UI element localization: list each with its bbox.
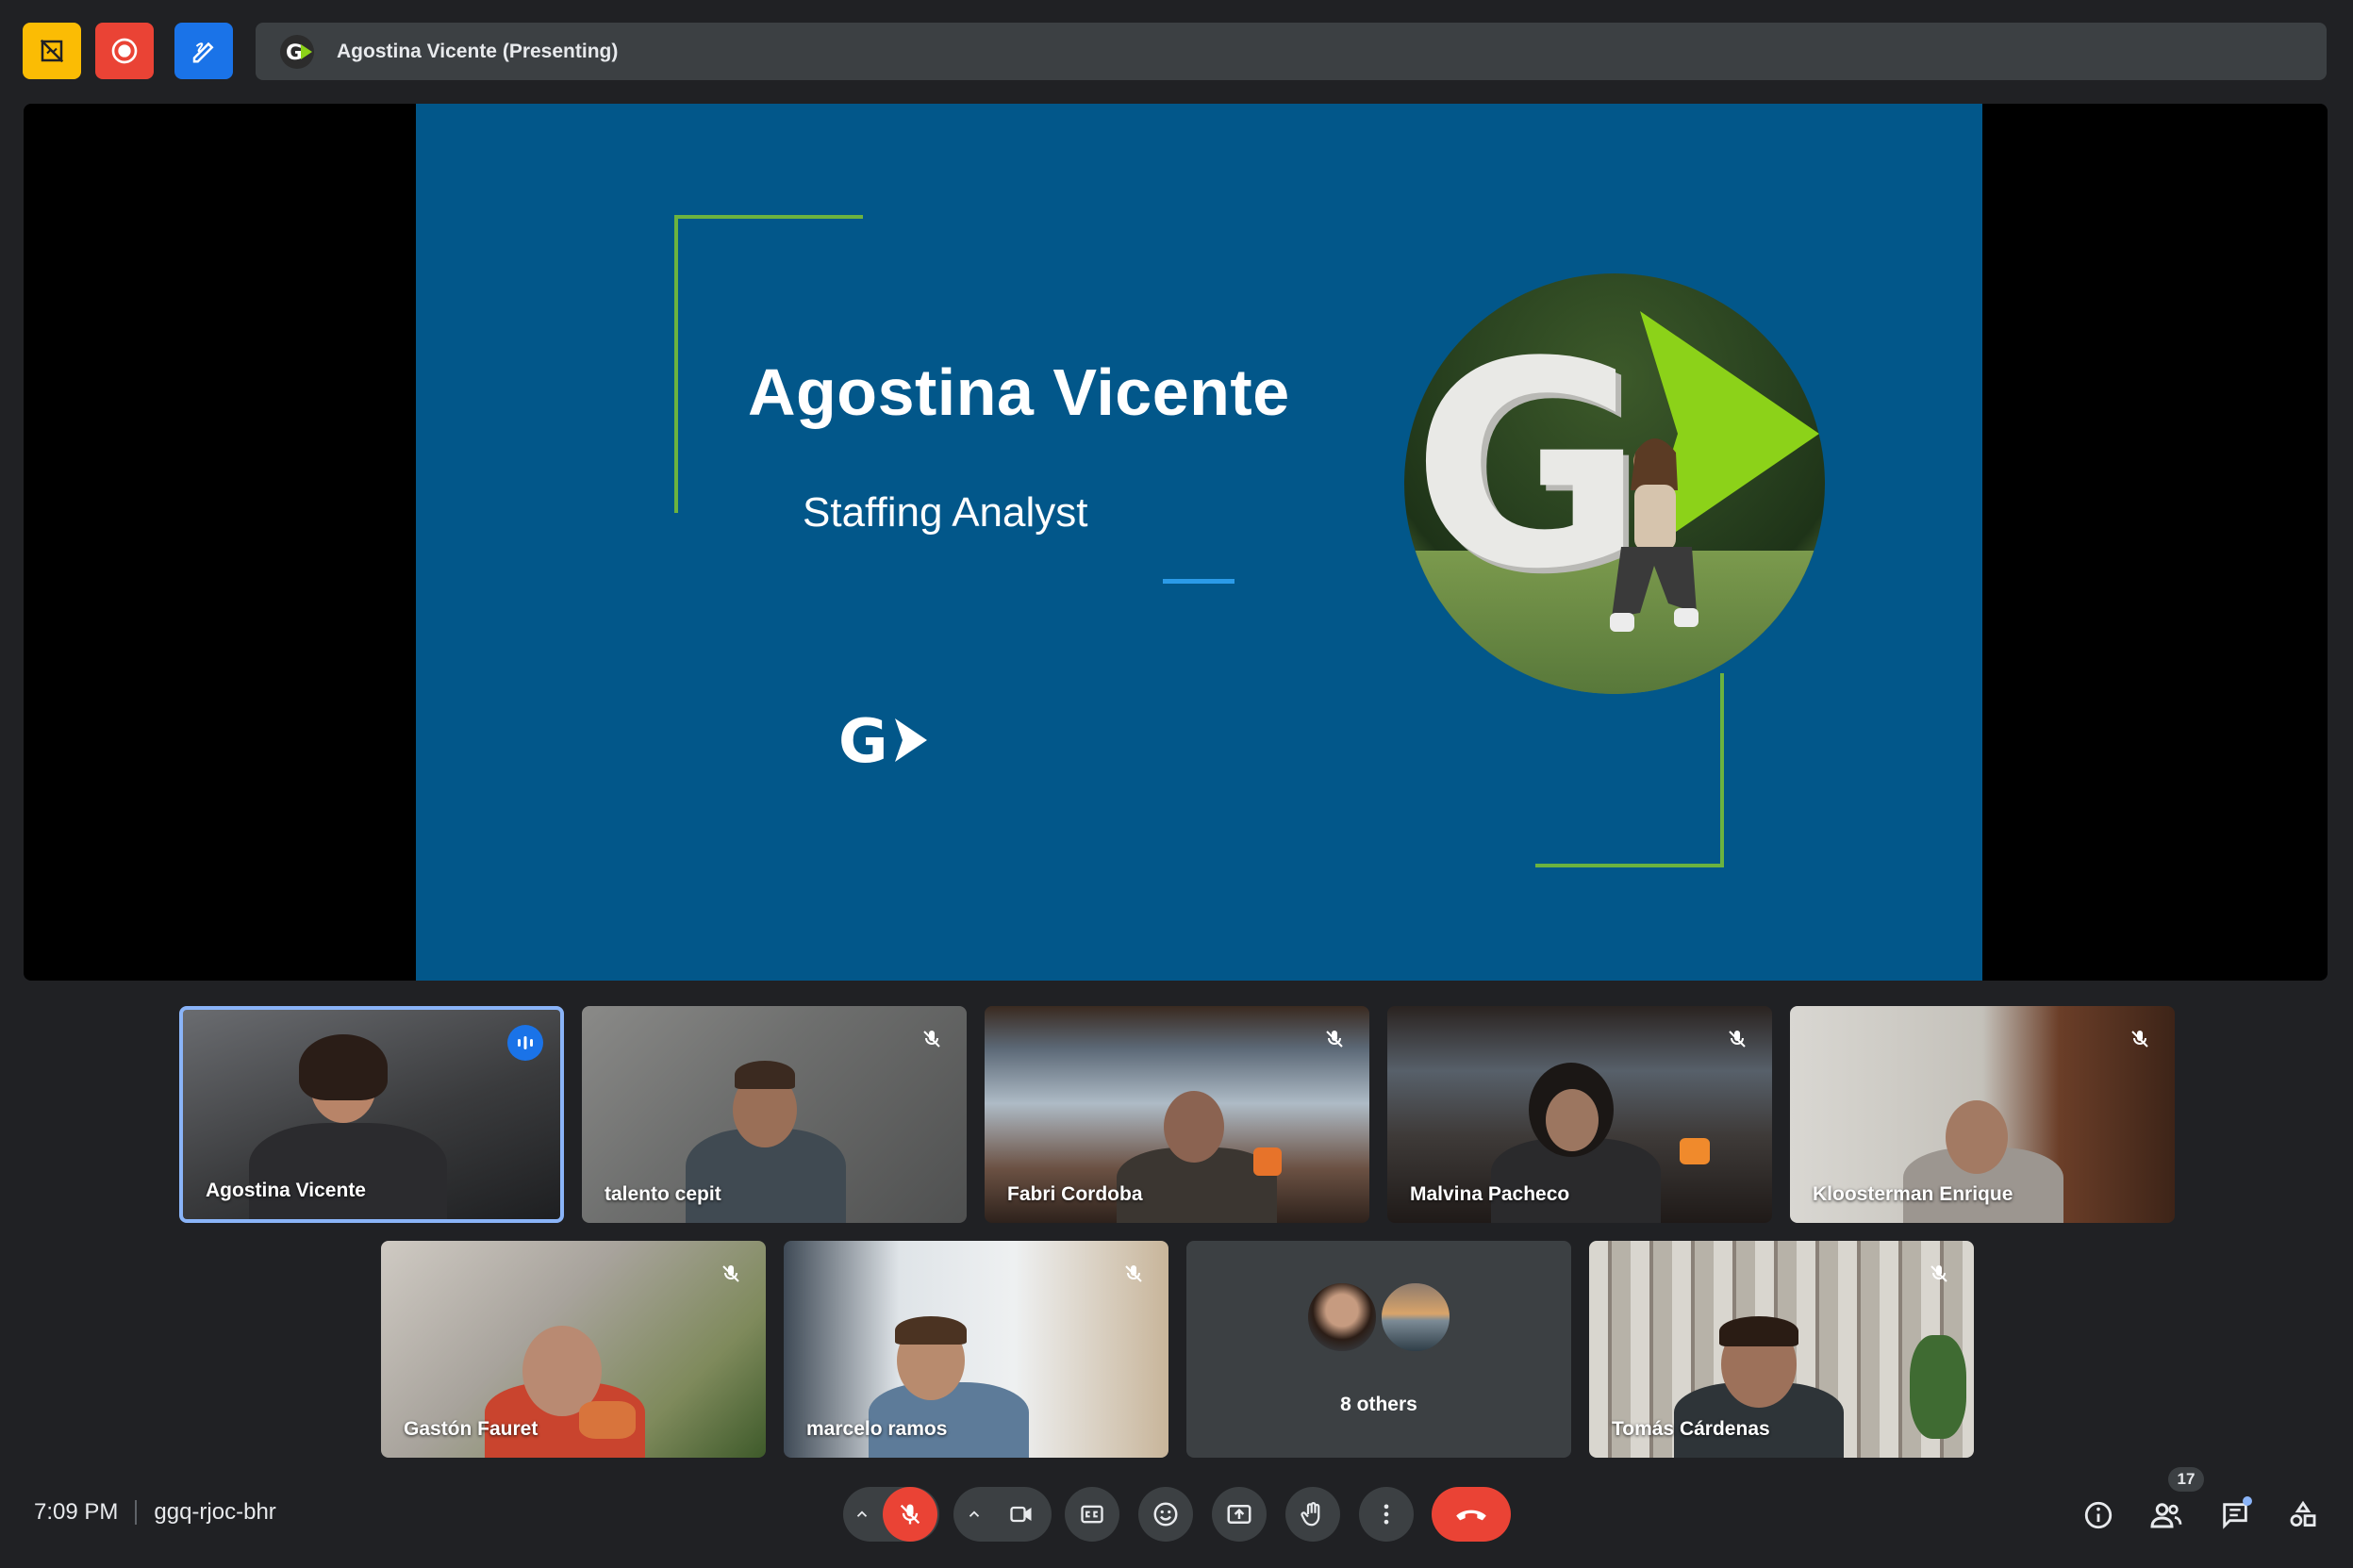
others-label: 8 others <box>1340 1394 1417 1415</box>
others-tile[interactable]: 8 others <box>1186 1241 1571 1458</box>
presenter-logo-icon: G <box>278 33 316 71</box>
participant-name: marcelo ramos <box>806 1418 948 1440</box>
participant-name: Malvina Pacheco <box>1410 1183 1570 1205</box>
hand-icon <box>1301 1502 1320 1527</box>
others-avatar <box>1379 1280 1452 1354</box>
slide-logo: G <box>838 707 936 777</box>
emoji-button[interactable] <box>1138 1487 1193 1542</box>
participant-count-badge: 17 <box>2168 1467 2204 1492</box>
others-avatar <box>1305 1280 1379 1354</box>
chat-button[interactable] <box>2214 1494 2256 1536</box>
whiteboard-icon <box>192 41 214 63</box>
more-options-button[interactable] <box>1359 1487 1414 1542</box>
video-camera-icon <box>1010 1506 1032 1523</box>
slide-accent-bar <box>1163 579 1234 584</box>
slide-logo-letter: G <box>838 707 888 773</box>
mic-options-button[interactable] <box>843 1506 881 1523</box>
participant-name: Kloosterman Enrique <box>1813 1183 2013 1205</box>
mic-off-button[interactable] <box>883 1487 937 1542</box>
recording-button[interactable] <box>95 23 154 79</box>
participant-tile[interactable]: Malvina Pacheco <box>1387 1006 1772 1223</box>
participant-name: Agostina Vicente <box>206 1180 366 1201</box>
participant-tile[interactable]: Kloosterman Enrique <box>1790 1006 2175 1223</box>
presenter-photo: G <box>1404 273 1825 694</box>
mic-off-icon <box>717 1260 745 1288</box>
camera-button[interactable] <box>995 1501 1048 1527</box>
chevron-up-icon <box>856 1510 868 1517</box>
mic-off-icon <box>918 1025 946 1053</box>
mic-off-icon <box>1320 1025 1349 1053</box>
participant-tile[interactable]: Gastón Fauret <box>381 1241 766 1458</box>
meeting-code: ggq-rjoc-bhr <box>154 1499 276 1525</box>
recording-icon <box>111 38 138 64</box>
meeting-info: 7:09 PM ggq-rjoc-bhr <box>34 1499 276 1526</box>
participant-tile[interactable]: Tomás Cárdenas <box>1589 1241 1974 1458</box>
activities-button[interactable] <box>2282 1494 2324 1536</box>
mic-off-icon <box>900 1504 920 1525</box>
participant-name: Tomás Cárdenas <box>1612 1418 1770 1440</box>
presentation-stage[interactable]: Agostina Vicente Staffing Analyst G G <box>24 104 2328 981</box>
svg-text:G: G <box>286 41 303 65</box>
mic-off-icon <box>1723 1025 1751 1053</box>
people-button[interactable] <box>2146 1494 2187 1536</box>
chat-notification-dot <box>2243 1496 2252 1506</box>
camera-options-button[interactable] <box>953 1506 995 1523</box>
participant-tile[interactable]: talento cepit <box>582 1006 967 1223</box>
slide-corner-frame-bottom <box>1535 673 1724 867</box>
call-end-icon <box>1456 1510 1486 1521</box>
chevron-up-icon <box>969 1510 980 1517</box>
activities-icon <box>2290 1500 2316 1527</box>
people-icon <box>2150 1503 2182 1528</box>
presenting-label: Agostina Vicente (Presenting) <box>337 40 619 62</box>
camera-control-group <box>953 1487 1052 1542</box>
raise-hand-button[interactable] <box>1285 1487 1340 1542</box>
captions-icon <box>1081 1505 1103 1524</box>
divider <box>135 1500 138 1525</box>
participant-tile[interactable]: Fabri Cordoba <box>985 1006 1369 1223</box>
participant-name: Gastón Fauret <box>404 1418 539 1440</box>
emoji-icon <box>1153 1502 1178 1527</box>
participant-name: talento cepit <box>605 1183 721 1205</box>
leave-call-button[interactable] <box>1432 1487 1511 1542</box>
mic-off-icon <box>1925 1260 1953 1288</box>
no-screenshots-icon <box>40 39 64 63</box>
clock-time: 7:09 PM <box>34 1499 119 1525</box>
no-screenshots-button[interactable] <box>23 23 81 79</box>
mic-off-icon <box>1119 1260 1148 1288</box>
present-button[interactable] <box>1212 1487 1267 1542</box>
captions-button[interactable] <box>1065 1487 1119 1542</box>
more-vert-icon <box>1384 1504 1389 1525</box>
slide-subtitle: Staffing Analyst <box>803 489 1088 536</box>
whiteboard-button[interactable] <box>174 23 233 79</box>
presentation-slide: Agostina Vicente Staffing Analyst G G <box>416 104 1982 981</box>
participant-tile[interactable]: Agostina Vicente <box>179 1006 564 1223</box>
mic-off-icon <box>2126 1025 2154 1053</box>
slide-title: Agostina Vicente <box>748 355 1290 429</box>
meeting-details-button[interactable] <box>2078 1494 2119 1536</box>
info-icon <box>2084 1501 2113 1529</box>
presenting-bar[interactable]: G Agostina Vicente (Presenting) <box>256 23 2327 80</box>
participant-tile[interactable]: marcelo ramos <box>784 1241 1168 1458</box>
participant-name: Fabri Cordoba <box>1007 1183 1143 1205</box>
present-to-all-icon <box>1227 1505 1251 1524</box>
speaking-indicator-icon <box>507 1025 543 1061</box>
